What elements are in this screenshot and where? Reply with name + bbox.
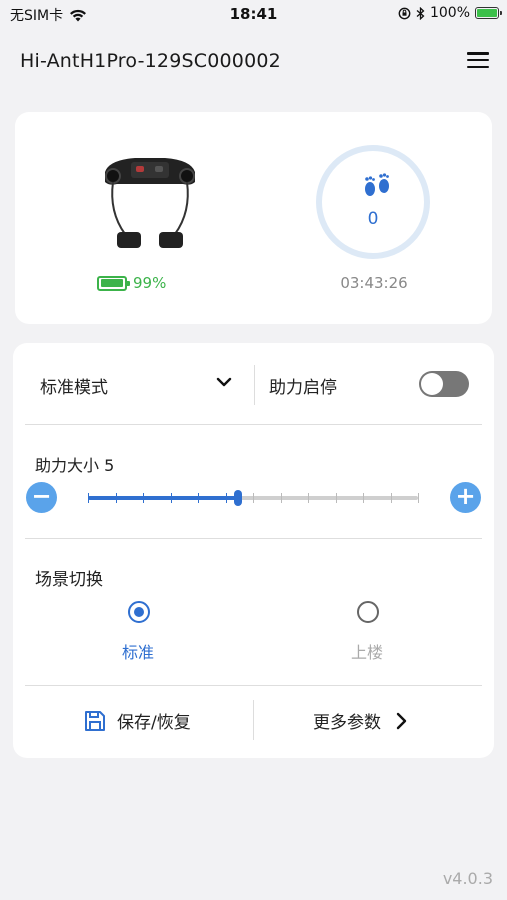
scene-option-upstairs[interactable]: 上楼 — [351, 639, 383, 663]
device-name-title: Hi-AntH1Pro-129SC000002 — [20, 50, 281, 72]
mode-row: 标准模式 助力启停 — [13, 343, 494, 425]
app-header: Hi-AntH1Pro-129SC000002 — [0, 40, 507, 80]
slider-tick — [363, 493, 364, 503]
slider-tick — [308, 493, 309, 503]
divider — [25, 538, 482, 539]
slider-tick — [88, 493, 89, 503]
assist-level-label: 助力大小 5 — [35, 456, 115, 475]
scene-switch-label: 场景切换 — [35, 570, 103, 590]
battery-percent-text: 100% — [429, 5, 470, 21]
more-params-button[interactable]: 更多参数 — [313, 708, 407, 733]
duration-text: 03:43:26 — [340, 274, 408, 292]
assist-toggle-label: 助力启停 — [269, 378, 337, 398]
chevron-down-icon[interactable] — [216, 376, 232, 388]
slider-tick — [225, 493, 227, 503]
step-count: 0 — [367, 209, 379, 229]
step-counter-ring: 0 — [316, 145, 430, 259]
device-battery-text: 99% — [133, 274, 167, 292]
scene-radio-standard[interactable] — [128, 601, 150, 623]
increase-level-button[interactable]: + — [450, 482, 481, 513]
scene-radio-upstairs[interactable] — [357, 601, 379, 623]
slider-tick — [198, 493, 199, 503]
save-restore-label: 保存/恢复 — [117, 713, 191, 733]
assist-level-slider[interactable] — [88, 490, 419, 506]
slider-tick — [280, 493, 282, 503]
slider-tick — [418, 493, 419, 503]
control-card: 标准模式 助力启停 助力大小 5 − + 场景切换 标准 上楼 保存/恢复 更多… — [13, 343, 494, 758]
device-status-card: 99% 0 03:43:26 — [15, 112, 492, 324]
footsteps-icon — [365, 173, 389, 196]
decrease-level-button[interactable]: − — [26, 482, 57, 513]
app-version: v4.0.3 — [442, 869, 493, 888]
device-battery-icon — [97, 275, 130, 291]
scene-option-standard[interactable]: 标准 — [122, 639, 154, 663]
slider-fill — [88, 496, 238, 500]
save-icon — [85, 710, 105, 731]
slider-thumb[interactable] — [233, 490, 242, 506]
slider-tick — [253, 493, 254, 503]
status-right: 100% — [398, 5, 502, 21]
more-params-label: 更多参数 — [313, 713, 381, 733]
mode-divider — [254, 365, 255, 405]
divider — [25, 424, 482, 425]
bottom-divider — [253, 700, 254, 740]
slider-tick — [335, 493, 337, 503]
status-bar: 无SIM卡 18:41 100% — [0, 0, 507, 28]
device-battery: 99% — [97, 274, 166, 292]
slider-tick — [143, 493, 144, 503]
orientation-lock-icon — [398, 7, 411, 19]
slider-tick — [390, 493, 392, 503]
slider-tick — [115, 493, 117, 503]
divider — [25, 685, 482, 686]
hamburger-menu-icon[interactable] — [467, 52, 489, 69]
bluetooth-icon — [416, 6, 425, 20]
battery-icon — [475, 7, 502, 19]
chevron-right-icon — [396, 712, 407, 729]
slider-tick — [170, 493, 172, 503]
assist-toggle-switch[interactable] — [419, 371, 469, 397]
save-restore-button[interactable]: 保存/恢复 — [83, 708, 191, 733]
exoskeleton-device-image — [105, 158, 195, 248]
mode-select-label[interactable]: 标准模式 — [40, 373, 108, 398]
